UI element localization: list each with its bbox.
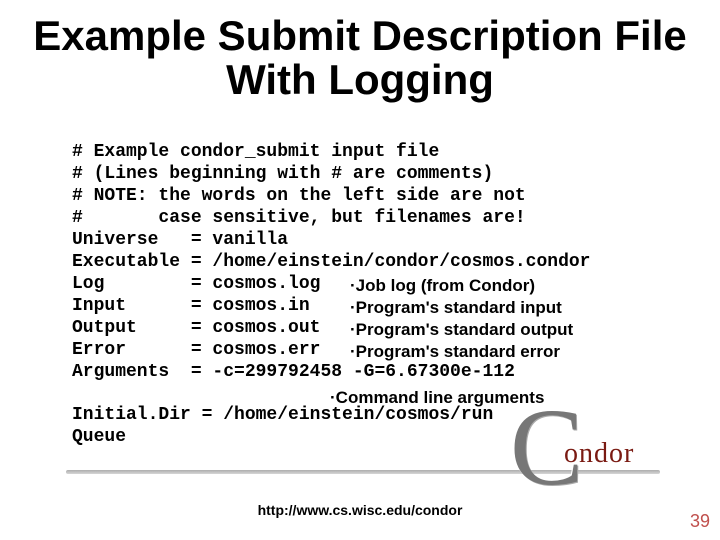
code-line: Arguments = -c=299792458 -G=6.67300e-112 [72, 362, 515, 382]
code-line: Universe = vanilla [72, 230, 288, 250]
code-annotations: ·Job log (from Condor) ·Program's standa… [350, 275, 573, 363]
annot-log: ·Job log (from Condor) [350, 275, 573, 297]
code-line: Error = cosmos.err [72, 340, 320, 360]
divider [66, 470, 660, 474]
slide-title: Example Submit Description File With Log… [30, 14, 690, 102]
code-line: # (Lines beginning with # are comments) [72, 164, 493, 184]
code-line: Queue [72, 427, 126, 447]
code-line: # NOTE: the words on the left side are n… [72, 186, 526, 206]
annot-input: ·Program's standard input [350, 297, 573, 319]
annot-output: ·Program's standard output [350, 319, 573, 341]
page-number: 39 [690, 511, 710, 532]
code-line: Log = cosmos.log [72, 274, 320, 294]
code-line: Initial.Dir = /home/einstein/cosmos/run [72, 405, 493, 425]
code-line: Output = cosmos.out [72, 318, 320, 338]
code-line: Executable = /home/einstein/condor/cosmo… [72, 252, 590, 272]
annot-error: ·Program's standard error [350, 341, 573, 363]
code-line: # case sensitive, but filenames are! [72, 208, 526, 228]
slide: Example Submit Description File With Log… [0, 14, 720, 540]
code-line: # Example condor_submit input file [72, 142, 439, 162]
annot-arguments: ·Command line arguments [330, 388, 544, 408]
code-line: Input = cosmos.in [72, 296, 310, 316]
footer-url: http://www.cs.wisc.edu/condor [0, 502, 720, 518]
